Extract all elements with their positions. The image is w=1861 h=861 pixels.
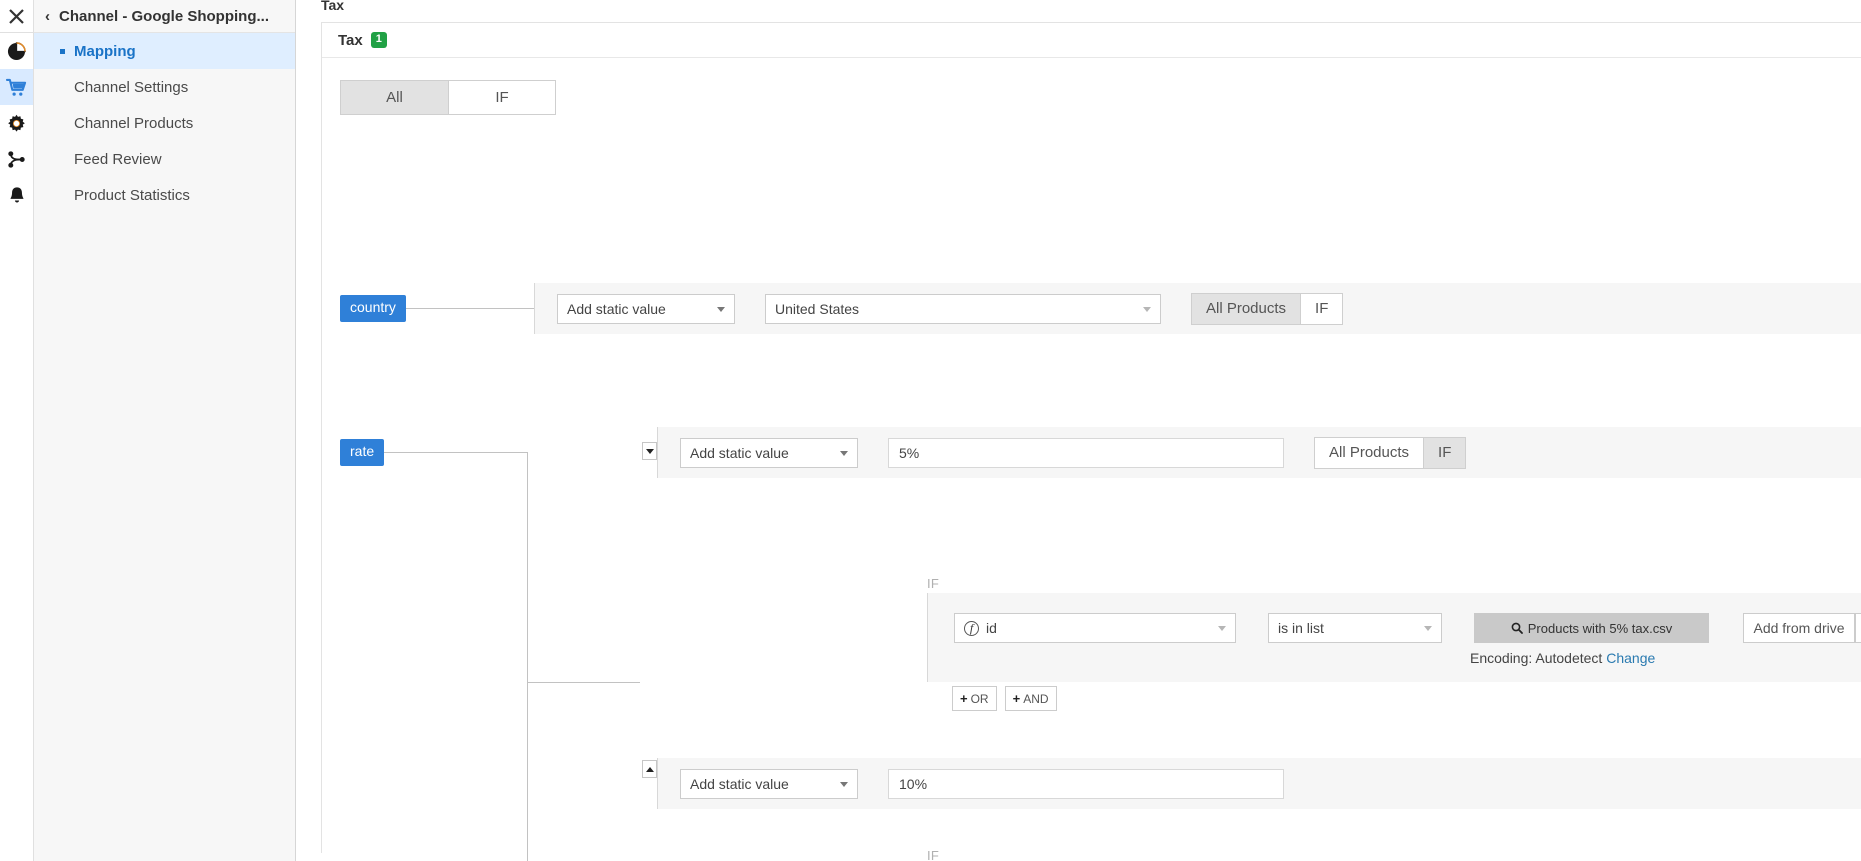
chevron-left-icon[interactable]: ‹ <box>45 8 50 25</box>
shopping-cart-icon[interactable] <box>0 69 33 105</box>
gear-icon[interactable] <box>0 105 33 141</box>
bell-icon[interactable] <box>0 177 33 213</box>
caret-down-icon <box>1424 626 1432 631</box>
row-scope-all-products-rate[interactable]: All Products <box>1315 438 1423 468</box>
connector-line <box>527 452 528 645</box>
caret-down-icon <box>717 307 725 312</box>
row-scope-toggle-rate: All Products IF <box>1314 437 1466 469</box>
footer-add-and-button-1[interactable]: +AND <box>1005 686 1057 711</box>
close-icon[interactable] <box>0 0 33 33</box>
mapping-row-country-body: Add static value United States All Produ… <box>534 283 1861 334</box>
condition-operator-label: is in list <box>1278 620 1324 636</box>
tax-panel: Tax 1 All IF country Add static value <box>321 22 1861 853</box>
sidebar: ‹ Channel - Google Shopping... Mapping C… <box>34 0 296 861</box>
connector-line <box>527 682 640 683</box>
status-badge: 1 <box>371 32 387 47</box>
encoding-info-1: Encoding: Autodetect Change <box>1470 650 1655 666</box>
field-tag-rate[interactable]: rate <box>340 439 384 465</box>
value-type-label: Add static value <box>690 445 789 461</box>
share-nodes-icon[interactable] <box>0 141 33 177</box>
caret-down-icon <box>1143 307 1151 312</box>
connector-line <box>527 645 528 861</box>
condition-operator-select-1[interactable]: is in list <box>1268 613 1442 643</box>
if-label-1: IF <box>927 576 939 591</box>
chevron-down-icon <box>646 449 654 454</box>
sidebar-header[interactable]: ‹ Channel - Google Shopping... <box>34 0 295 33</box>
footer-add-and-label: AND <box>1023 692 1048 706</box>
page-title: Tax <box>309 0 1861 22</box>
value-label: United States <box>775 301 859 317</box>
selected-file-label: Products with 5% tax.csv <box>1528 621 1673 636</box>
icon-rail <box>0 0 34 861</box>
value-type-select-rate-or[interactable]: Add static value <box>680 769 858 799</box>
caret-down-icon <box>1218 626 1226 631</box>
add-from-drive-button-1[interactable]: Add from drive <box>1743 613 1855 643</box>
add-from-drive-caret-1[interactable] <box>1855 613 1861 643</box>
row-scope-if-rate[interactable]: IF <box>1423 438 1465 468</box>
mapping-row-rate-body: Add static value 5% All Products IF Edit… <box>657 427 1861 478</box>
function-icon: f <box>964 621 979 636</box>
sidebar-item-mapping[interactable]: Mapping <box>34 33 295 69</box>
condition-footer-1: +OR +AND <box>952 686 1057 711</box>
chevron-up-icon <box>646 767 654 772</box>
sidebar-item-channel-settings[interactable]: Channel Settings <box>34 69 295 105</box>
selected-file-button-1[interactable]: Products with 5% tax.csv <box>1474 613 1709 643</box>
sidebar-item-label: Mapping <box>74 43 136 60</box>
tab-all[interactable]: All <box>341 81 448 114</box>
tab-if[interactable]: IF <box>448 81 555 114</box>
sidebar-item-feed-review[interactable]: Feed Review <box>34 141 295 177</box>
sidebar-item-label: Channel Settings <box>74 79 188 96</box>
value-input-rate-or[interactable]: 10% <box>888 769 1284 799</box>
value-type-select-country[interactable]: Add static value <box>557 294 735 324</box>
value-type-label: Add static value <box>690 776 789 792</box>
sidebar-header-title: Channel - Google Shopping... <box>59 8 269 25</box>
caret-down-icon <box>840 451 848 456</box>
main-content: Tax Tax 1 All IF country Ad <box>296 0 1861 861</box>
sidebar-item-label: Product Statistics <box>74 187 190 204</box>
field-tag-country[interactable]: country <box>340 295 406 321</box>
encoding-label: Encoding: Autodetect <box>1470 650 1602 666</box>
value-type-select-rate[interactable]: Add static value <box>680 438 858 468</box>
sidebar-item-label: Channel Products <box>74 115 193 132</box>
sidebar-item-label: Feed Review <box>74 151 162 168</box>
plus-icon: + <box>1013 691 1021 706</box>
panel-header: Tax 1 <box>322 23 1861 58</box>
app-root: ‹ Channel - Google Shopping... Mapping C… <box>0 0 1861 861</box>
scope-toggle: All IF <box>340 80 556 115</box>
condition-block-1: f id is in list <box>927 593 1861 682</box>
panel-title: Tax <box>338 32 363 49</box>
pie-chart-icon[interactable] <box>0 33 33 69</box>
caret-down-icon <box>840 782 848 787</box>
mapping-row-rate-or-body: Add static value 10% <box>657 758 1861 809</box>
sidebar-item-product-statistics[interactable]: Product Statistics <box>34 177 295 213</box>
sidebar-item-channel-products[interactable]: Channel Products <box>34 105 295 141</box>
condition-field-label: id <box>986 620 997 636</box>
or-branch-collapse-up[interactable] <box>642 760 657 778</box>
condition-row-1: f id is in list <box>954 613 1861 643</box>
row-scope-all-products-country[interactable]: All Products <box>1192 294 1300 324</box>
plus-icon: + <box>960 691 968 706</box>
if-label-2: IF <box>927 848 939 861</box>
value-type-label: Add static value <box>567 301 666 317</box>
value-input-rate[interactable]: 5% <box>888 438 1284 468</box>
footer-add-or-button-1[interactable]: +OR <box>952 686 997 711</box>
row-scope-toggle-country: All Products IF <box>1191 293 1343 325</box>
value-select-country[interactable]: United States <box>765 294 1161 324</box>
rate-branch-collapse-down[interactable] <box>642 442 657 460</box>
encoding-change-link[interactable]: Change <box>1606 650 1655 666</box>
search-icon <box>1511 622 1523 634</box>
footer-add-or-label: OR <box>971 692 989 706</box>
row-scope-if-country[interactable]: IF <box>1300 294 1342 324</box>
condition-field-select-1[interactable]: f id <box>954 613 1236 643</box>
